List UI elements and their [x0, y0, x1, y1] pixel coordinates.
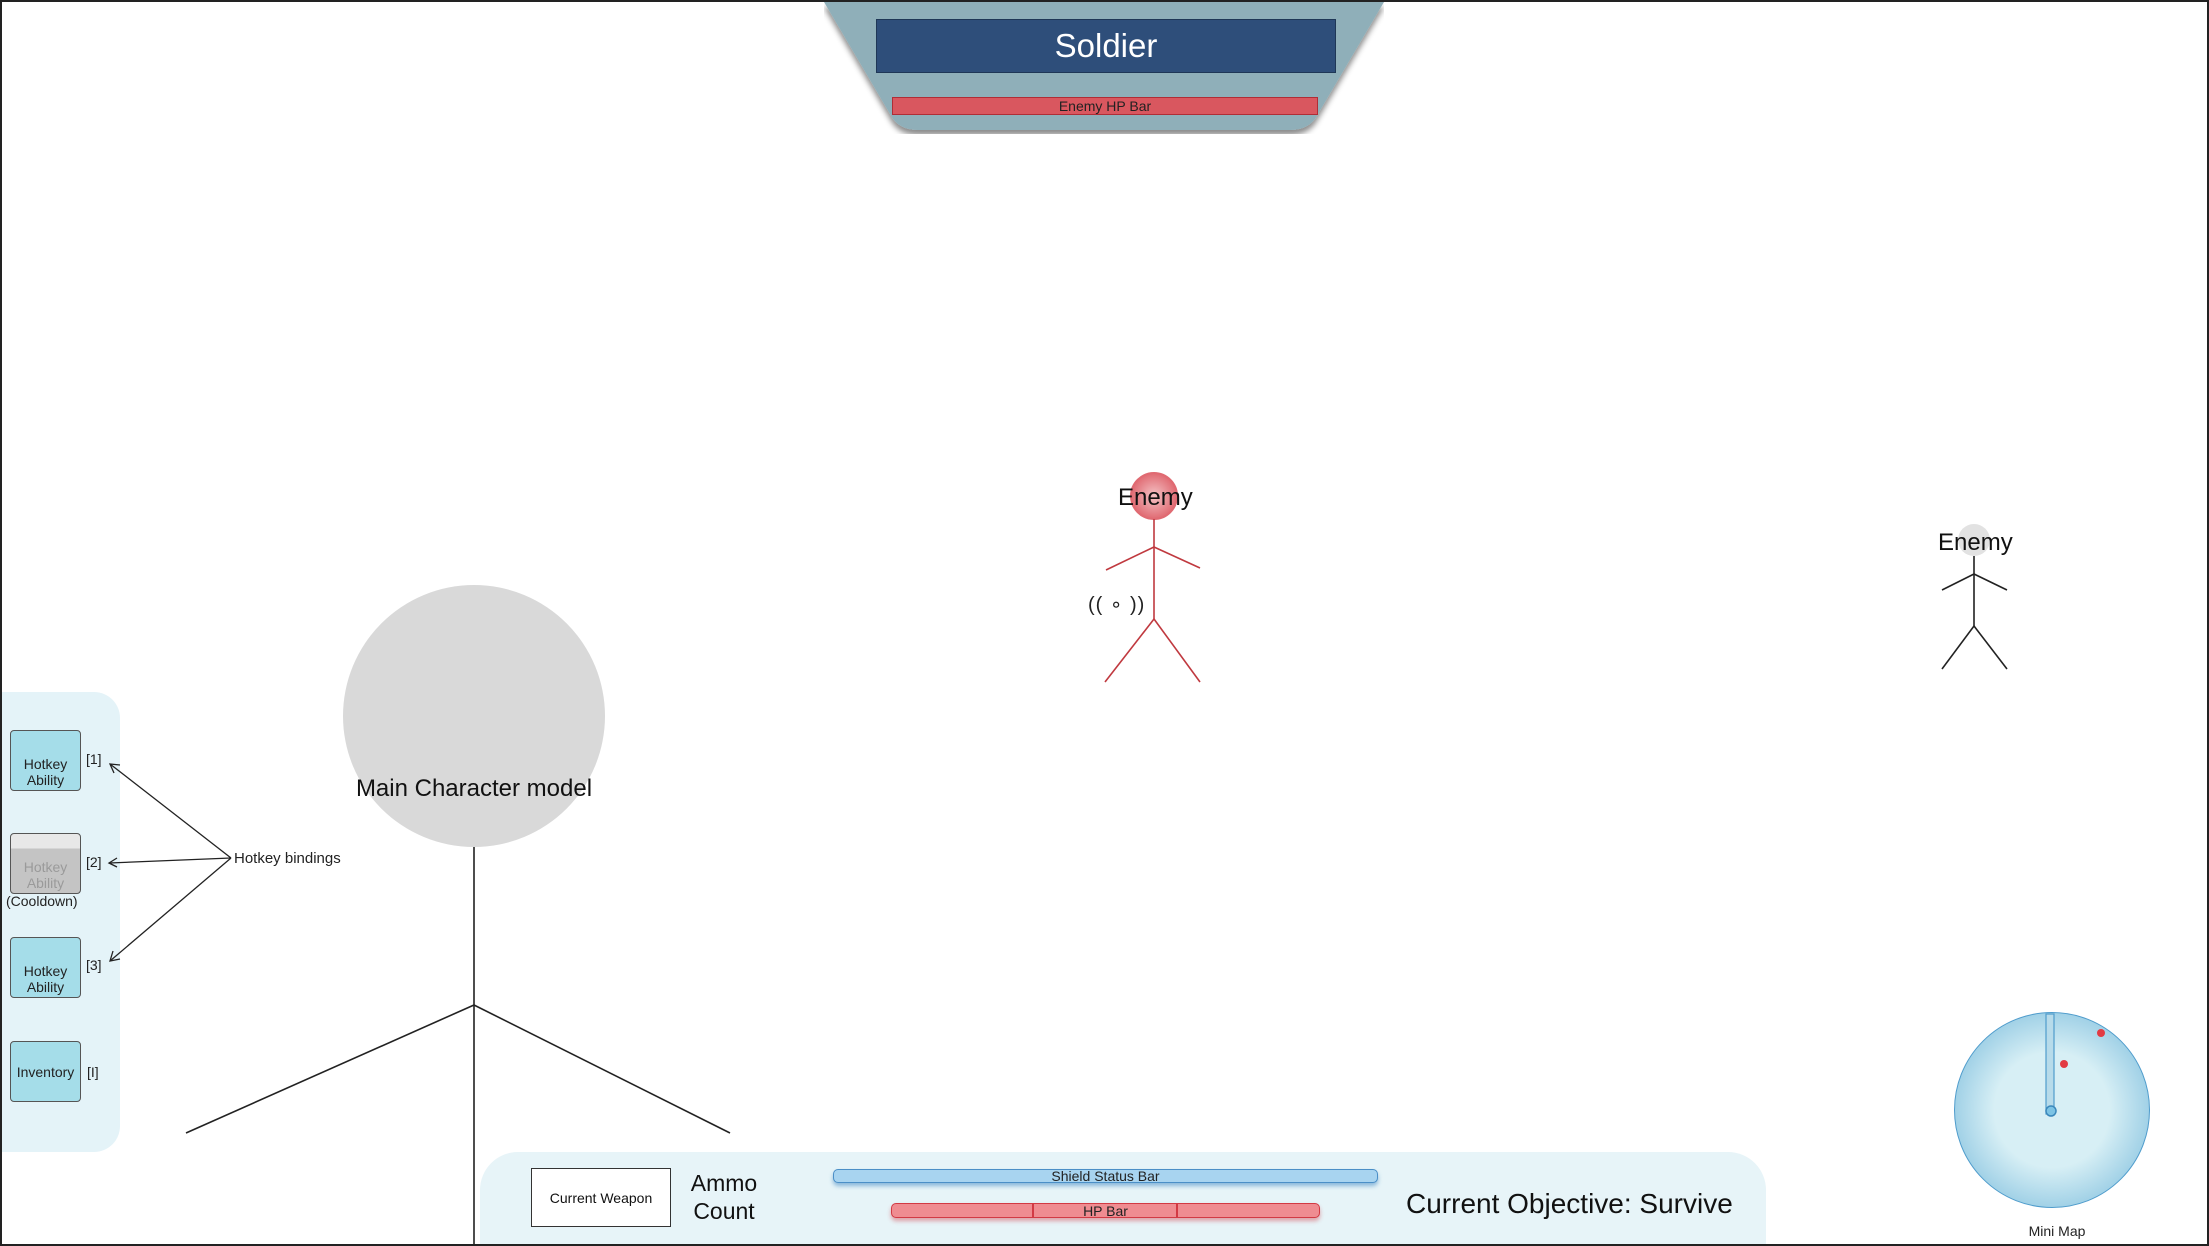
enemy-body: [1941, 556, 2008, 670]
mini-map-enemy-dot: [2060, 1060, 2068, 1068]
enemy-label: Enemy: [1118, 484, 1193, 511]
main-character-label: Main Character model: [355, 775, 593, 802]
mini-map-player-dot: [2045, 1105, 2057, 1117]
mini-map-view-cone: [2045, 1013, 2055, 1115]
hotkey-ability-3-button[interactable]: Hotkey Ability: [10, 937, 81, 998]
current-objective: Current Objective: Survive: [1406, 1188, 1733, 1219]
enemy-label: Enemy: [1938, 529, 2013, 556]
hotkey-ability-1-button[interactable]: Hotkey Ability: [10, 730, 81, 791]
mini-map-overlay: [2045, 1013, 2105, 1117]
cooldown-label: (Cooldown): [6, 893, 78, 909]
hotkey-ability-2-button[interactable]: Hotkey Ability: [10, 833, 81, 894]
hotkey-3-key: [3]: [86, 957, 102, 973]
ammo-count: Ammo Count: [690, 1170, 758, 1224]
hotkey-binding-arrows: [107, 763, 232, 962]
hp-bar: HP Bar: [891, 1203, 1320, 1219]
main-character-head: [343, 585, 605, 847]
mini-map-enemy-dot: [2097, 1029, 2105, 1037]
mini-map-label: Mini Map: [2028, 1223, 2086, 1239]
shield-status-bar: Shield Status Bar: [833, 1168, 1378, 1184]
hotkey-bindings-label: Hotkey bindings: [234, 850, 341, 867]
hp-bar-divider: [1176, 1203, 1178, 1218]
hotkey-2-key: [2]: [86, 854, 102, 870]
inventory-button[interactable]: Inventory: [10, 1041, 81, 1102]
game-viewport: Soldier Enemy HP Bar Enemy (( ∘ )) Enemy…: [0, 0, 2209, 1246]
inventory-key: [I]: [87, 1064, 99, 1080]
reload-indicator-icon: (( ∘ )): [1088, 594, 1146, 616]
hp-bar-divider: [1032, 1203, 1034, 1218]
hotkey-1-key: [1]: [86, 751, 102, 767]
target-name-plate: Soldier: [876, 19, 1336, 73]
current-weapon-slot[interactable]: Current Weapon: [531, 1168, 671, 1227]
enemy-hp-bar: Enemy HP Bar: [892, 97, 1318, 115]
